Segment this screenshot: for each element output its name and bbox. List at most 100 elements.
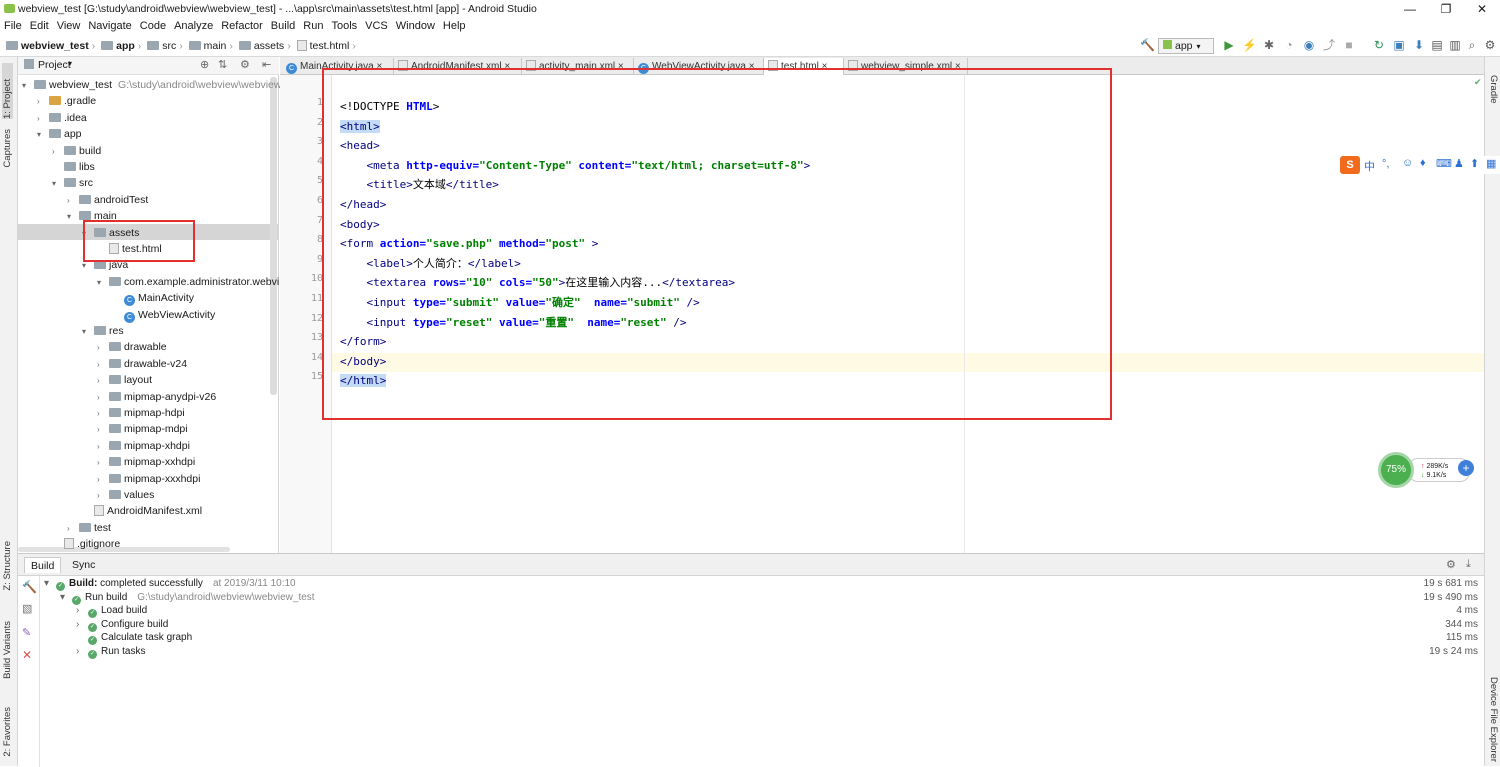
scroll-from-source-icon[interactable]: ⊕: [200, 58, 209, 71]
menu-analyze[interactable]: Analyze: [170, 18, 217, 35]
tree-item[interactable]: › .gradle: [37, 93, 96, 109]
menu-tools[interactable]: Tools: [327, 18, 361, 35]
user-icon[interactable]: ♟: [1454, 157, 1464, 170]
menu-build[interactable]: Build: [267, 18, 299, 35]
menu-refactor[interactable]: Refactor: [217, 18, 267, 35]
project-structure-icon[interactable]: ▤: [1430, 38, 1444, 52]
chevron-right-icon[interactable]: ›: [97, 340, 109, 356]
gear-icon[interactable]: ⚙: [240, 58, 250, 71]
chevron-down-icon[interactable]: ▾: [82, 324, 94, 340]
chevron-down-icon[interactable]: ▾: [22, 78, 34, 94]
tree-item[interactable]: › mipmap-mdpi: [97, 421, 188, 437]
keyboard-icon[interactable]: ⌨: [1436, 157, 1452, 170]
tree-item[interactable]: › mipmap-xhdpi: [97, 438, 190, 454]
tree-item[interactable]: › drawable-v24: [97, 356, 187, 372]
chevron-right-icon[interactable]: ›: [67, 193, 79, 209]
build-row[interactable]: › ✓ Configure build: [76, 618, 168, 632]
tool-tab-build-variants[interactable]: Build Variants: [2, 621, 13, 679]
tree-item[interactable]: › mipmap-hdpi: [97, 405, 185, 421]
sync-gradle-icon[interactable]: ↻: [1372, 38, 1386, 52]
breadcrumb-file[interactable]: test.html: [310, 40, 350, 52]
tree-item[interactable]: .gitignore: [52, 536, 120, 552]
build-row[interactable]: ▾ ✓ Build: completed successfully at 2019/3…: [44, 577, 296, 591]
chevron-down-icon[interactable]: ▾: [97, 275, 109, 291]
chevron-right-icon[interactable]: ›: [97, 390, 109, 406]
collapse-all-icon[interactable]: ⇅: [218, 58, 227, 71]
build-row[interactable]: › ✓ Run tasks: [76, 645, 145, 659]
tree-item[interactable]: › build: [52, 143, 101, 159]
search-icon[interactable]: ⌕: [1465, 38, 1479, 52]
tool-tab-device-file-explorer[interactable]: Device File Explorer: [1488, 677, 1499, 762]
minimize-button[interactable]: —: [1392, 0, 1428, 18]
pin-icon[interactable]: ✎: [22, 626, 31, 639]
toolbox-icon[interactable]: ▦: [1486, 157, 1496, 170]
project-view-select[interactable]: Project: [38, 59, 71, 71]
chevron-down-icon[interactable]: ▾: [52, 176, 64, 192]
tree-item[interactable]: AndroidManifest.xml: [82, 503, 202, 519]
tool-tab-structure[interactable]: Z: Structure: [2, 541, 13, 591]
close-icon[interactable]: ✕: [22, 648, 32, 662]
tool-tab-gradle[interactable]: Gradle: [1488, 75, 1499, 104]
chevron-right-icon[interactable]: ›: [97, 488, 109, 504]
menu-file[interactable]: File: [0, 18, 26, 35]
project-scrollbar[interactable]: [270, 77, 277, 395]
menu-code[interactable]: Code: [136, 18, 170, 35]
tree-item[interactable]: › mipmap-xxhdpi: [97, 454, 195, 470]
tree-item[interactable]: ▾ res: [82, 323, 124, 339]
make-project-hammer-icon[interactable]: 🔨: [1140, 38, 1155, 52]
breadcrumb-assets[interactable]: assets: [254, 40, 284, 52]
tree-item[interactable]: ▾ app: [37, 126, 82, 142]
profile-icon[interactable]: ◉: [1302, 38, 1316, 52]
tree-item[interactable]: libs: [52, 159, 95, 175]
chevron-right-icon[interactable]: ›: [52, 144, 64, 160]
chevron-right-icon[interactable]: ›: [97, 422, 109, 438]
chevron-right-icon[interactable]: ›: [97, 455, 109, 471]
tool-tab-favorites[interactable]: 2: Favorites: [2, 707, 13, 757]
tree-item[interactable]: C MainActivity: [112, 290, 194, 307]
menu-vcs[interactable]: VCS: [361, 18, 392, 35]
tree-item[interactable]: › .idea: [37, 110, 87, 126]
gear-icon[interactable]: ⚙: [1446, 558, 1456, 571]
close-button[interactable]: ✕: [1464, 0, 1500, 18]
tree-item[interactable]: › androidTest: [67, 192, 148, 208]
apply-changes-icon[interactable]: ⚡: [1242, 38, 1257, 52]
network-speed-widget[interactable]: ↑ 289K/s ↓ 9.1K/s 75% +: [1378, 452, 1476, 488]
chevron-down-icon[interactable]: ▾: [67, 209, 79, 225]
tab-sync[interactable]: Sync: [66, 557, 101, 573]
layout-inspector-icon[interactable]: ▥: [1448, 38, 1462, 52]
maximize-button[interactable]: ❐: [1428, 0, 1464, 18]
breadcrumb-main[interactable]: main: [204, 40, 227, 52]
chevron-right-icon[interactable]: ›: [37, 111, 49, 127]
run-icon[interactable]: ▶: [1222, 38, 1236, 52]
chevron-down-icon[interactable]: ▾: [37, 127, 49, 143]
skin-icon[interactable]: ⬆: [1470, 157, 1479, 170]
hide-panel-icon[interactable]: ⤓: [1466, 558, 1471, 571]
breadcrumb-app[interactable]: app: [116, 40, 135, 52]
build-row[interactable]: › ✓ Load build: [76, 604, 147, 618]
toggle-view-icon[interactable]: ▧: [22, 602, 32, 615]
tree-item[interactable]: ▾ src: [52, 175, 93, 191]
tool-tab-captures[interactable]: Captures: [2, 129, 13, 168]
avd-manager-icon[interactable]: ▣: [1392, 38, 1406, 52]
breadcrumb-project[interactable]: webview_test: [21, 40, 89, 52]
menu-window[interactable]: Window: [392, 18, 439, 35]
tab-build[interactable]: Build: [24, 557, 62, 573]
chevron-right-icon[interactable]: ›: [97, 472, 109, 488]
chevron-right-icon[interactable]: ›: [67, 521, 79, 537]
tree-item[interactable]: › layout: [97, 372, 152, 388]
hide-panel-icon[interactable]: ⇤: [262, 58, 271, 71]
tree-item[interactable]: › drawable: [97, 339, 167, 355]
settings-icon[interactable]: ⚙: [1483, 38, 1497, 52]
attach-debugger-icon[interactable]: ⤴: [1322, 38, 1336, 52]
chevron-right-icon[interactable]: ›: [97, 373, 109, 389]
menu-navigate[interactable]: Navigate: [84, 18, 135, 35]
menu-view[interactable]: View: [53, 18, 85, 35]
chevron-right-icon[interactable]: ›: [97, 357, 109, 373]
tree-item[interactable]: › mipmap-xxxhdpi: [97, 471, 200, 487]
rebuild-hammer-icon[interactable]: 🔨: [22, 580, 37, 594]
sdk-manager-icon[interactable]: ⬇: [1412, 38, 1426, 52]
accelerate-plus-icon[interactable]: +: [1458, 460, 1474, 476]
tree-item[interactable]: ▾ webview_test G:\study\android\webview\we…: [22, 77, 287, 93]
emoji-icon[interactable]: ☺: [1402, 157, 1413, 169]
build-row[interactable]: ✓ Calculate task graph: [76, 631, 192, 645]
